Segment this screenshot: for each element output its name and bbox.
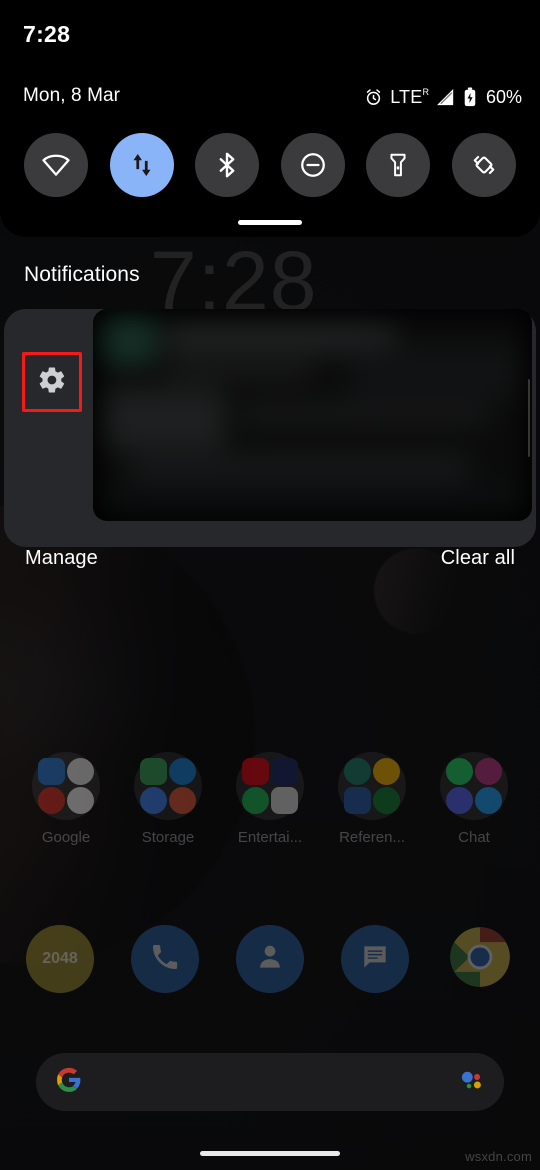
status-bar-time: 7:28 (23, 21, 71, 47)
twitter-icon (475, 787, 502, 814)
home-gesture-bar[interactable] (200, 1151, 340, 1156)
qs-tile-do-not-disturb[interactable] (280, 133, 345, 197)
contacts-icon (254, 941, 286, 978)
auto-rotate-icon (469, 150, 499, 180)
android-home-screen-with-notification-shade: 7:28 7:28 Mon, 8 Mar LTE R 60% Notificat… (0, 0, 540, 1170)
instagram-icon (475, 758, 502, 785)
blur-block (165, 361, 315, 379)
notification-card[interactable] (93, 309, 532, 521)
spotify-icon (242, 787, 269, 814)
signal-bars-icon (436, 88, 455, 107)
battery-charging-icon (462, 87, 478, 107)
onedrive-icon (169, 758, 196, 785)
qs-tile-bluetooth[interactable] (195, 133, 260, 197)
dropbox-icon (169, 787, 196, 814)
2048-icon: 2048 (42, 950, 78, 967)
folder-preview (440, 752, 508, 820)
folder-google[interactable]: Google (26, 752, 106, 846)
blur-block (129, 453, 469, 483)
flashlight-icon (384, 151, 412, 179)
bluetooth-icon (212, 150, 242, 180)
phone-icon (149, 941, 181, 978)
google-assistant-icon[interactable] (458, 1067, 484, 1098)
status-icon-group: LTE R 60% (364, 85, 522, 109)
chrome-icon (449, 926, 511, 993)
folder-label: Storage (141, 829, 195, 846)
drive-icon (140, 758, 167, 785)
do-not-disturb-icon (298, 150, 328, 180)
watermark: wsxdn.com (465, 1149, 532, 1164)
blur-block (103, 317, 157, 365)
roaming-indicator: R (422, 86, 429, 97)
quick-settings-header: Mon, 8 Mar LTE R 60% (0, 85, 540, 117)
blur-block (239, 403, 489, 425)
dock-row: 2048 (0, 925, 540, 993)
blur-block (107, 483, 517, 515)
manage-button[interactable]: Manage (25, 547, 98, 570)
notification-action-row: Manage Clear all (0, 547, 540, 589)
dock-item-messages[interactable] (341, 925, 409, 993)
folder-label: Entertai... (237, 829, 303, 846)
qs-tile-flashlight[interactable] (366, 133, 431, 197)
files-icon (140, 787, 167, 814)
qs-tile-wifi[interactable] (24, 133, 88, 197)
gmail-icon (38, 787, 65, 814)
app-folder-row: Google Storage Entertai... Referen... Ch… (0, 752, 540, 846)
folder-reference[interactable]: Referen... (332, 752, 412, 846)
gear-icon (37, 365, 67, 400)
folder-preview (32, 752, 100, 820)
google-icon (67, 758, 94, 785)
quick-settings-tile-row (0, 133, 540, 197)
dock-item-phone[interactable] (131, 925, 199, 993)
netflix-icon (242, 758, 269, 785)
alarm-icon (364, 88, 383, 107)
notification-scrollbar[interactable] (528, 379, 530, 457)
dock-item-contacts[interactable] (236, 925, 304, 993)
network-type-label: LTE (390, 86, 423, 107)
qs-drag-handle[interactable] (238, 220, 302, 225)
photos-icon (67, 787, 94, 814)
notification-settings-gear-button[interactable] (22, 352, 82, 412)
folder-chat[interactable]: Chat (434, 752, 514, 846)
notifications-header: Notifications (24, 263, 140, 286)
notification-blurred-content (99, 315, 526, 515)
network-type-indicator: LTE R (390, 87, 429, 108)
folder-storage[interactable]: Storage (128, 752, 208, 846)
google-search-bar[interactable] (36, 1053, 504, 1111)
play-movies-icon (271, 787, 298, 814)
status-bar: 7:28 (0, 0, 540, 62)
classroom-icon (344, 758, 371, 785)
folder-label: Referen... (339, 829, 405, 846)
messages-icon (359, 941, 391, 978)
wifi-icon (40, 149, 72, 181)
clear-all-button[interactable]: Clear all (441, 547, 515, 570)
play-store-icon (38, 758, 65, 785)
whatsapp-icon (446, 758, 473, 785)
qs-tile-mobile-data[interactable] (109, 133, 174, 197)
mobile-data-icon (127, 150, 157, 180)
google-g-icon (56, 1067, 82, 1098)
folder-entertainment[interactable]: Entertai... (230, 752, 310, 846)
folder-preview (134, 752, 202, 820)
keep-icon (373, 758, 400, 785)
discord-icon (446, 787, 473, 814)
docs-icon (344, 787, 371, 814)
dock-item-2048[interactable]: 2048 (26, 925, 94, 993)
prime-video-icon (271, 758, 298, 785)
qs-tile-auto-rotate[interactable] (451, 133, 516, 197)
quick-settings-date: Mon, 8 Mar (23, 85, 121, 106)
folder-label: Google (41, 829, 91, 846)
folder-preview (338, 752, 406, 820)
blur-block (349, 345, 519, 399)
dock-item-chrome[interactable] (446, 925, 514, 993)
sheets-icon (373, 787, 400, 814)
quick-settings-panel[interactable]: 7:28 Mon, 8 Mar LTE R 60% (0, 0, 540, 237)
blur-block (105, 389, 225, 449)
folder-preview (236, 752, 304, 820)
folder-label: Chat (458, 829, 490, 846)
battery-percent-label: 60% (485, 86, 522, 107)
